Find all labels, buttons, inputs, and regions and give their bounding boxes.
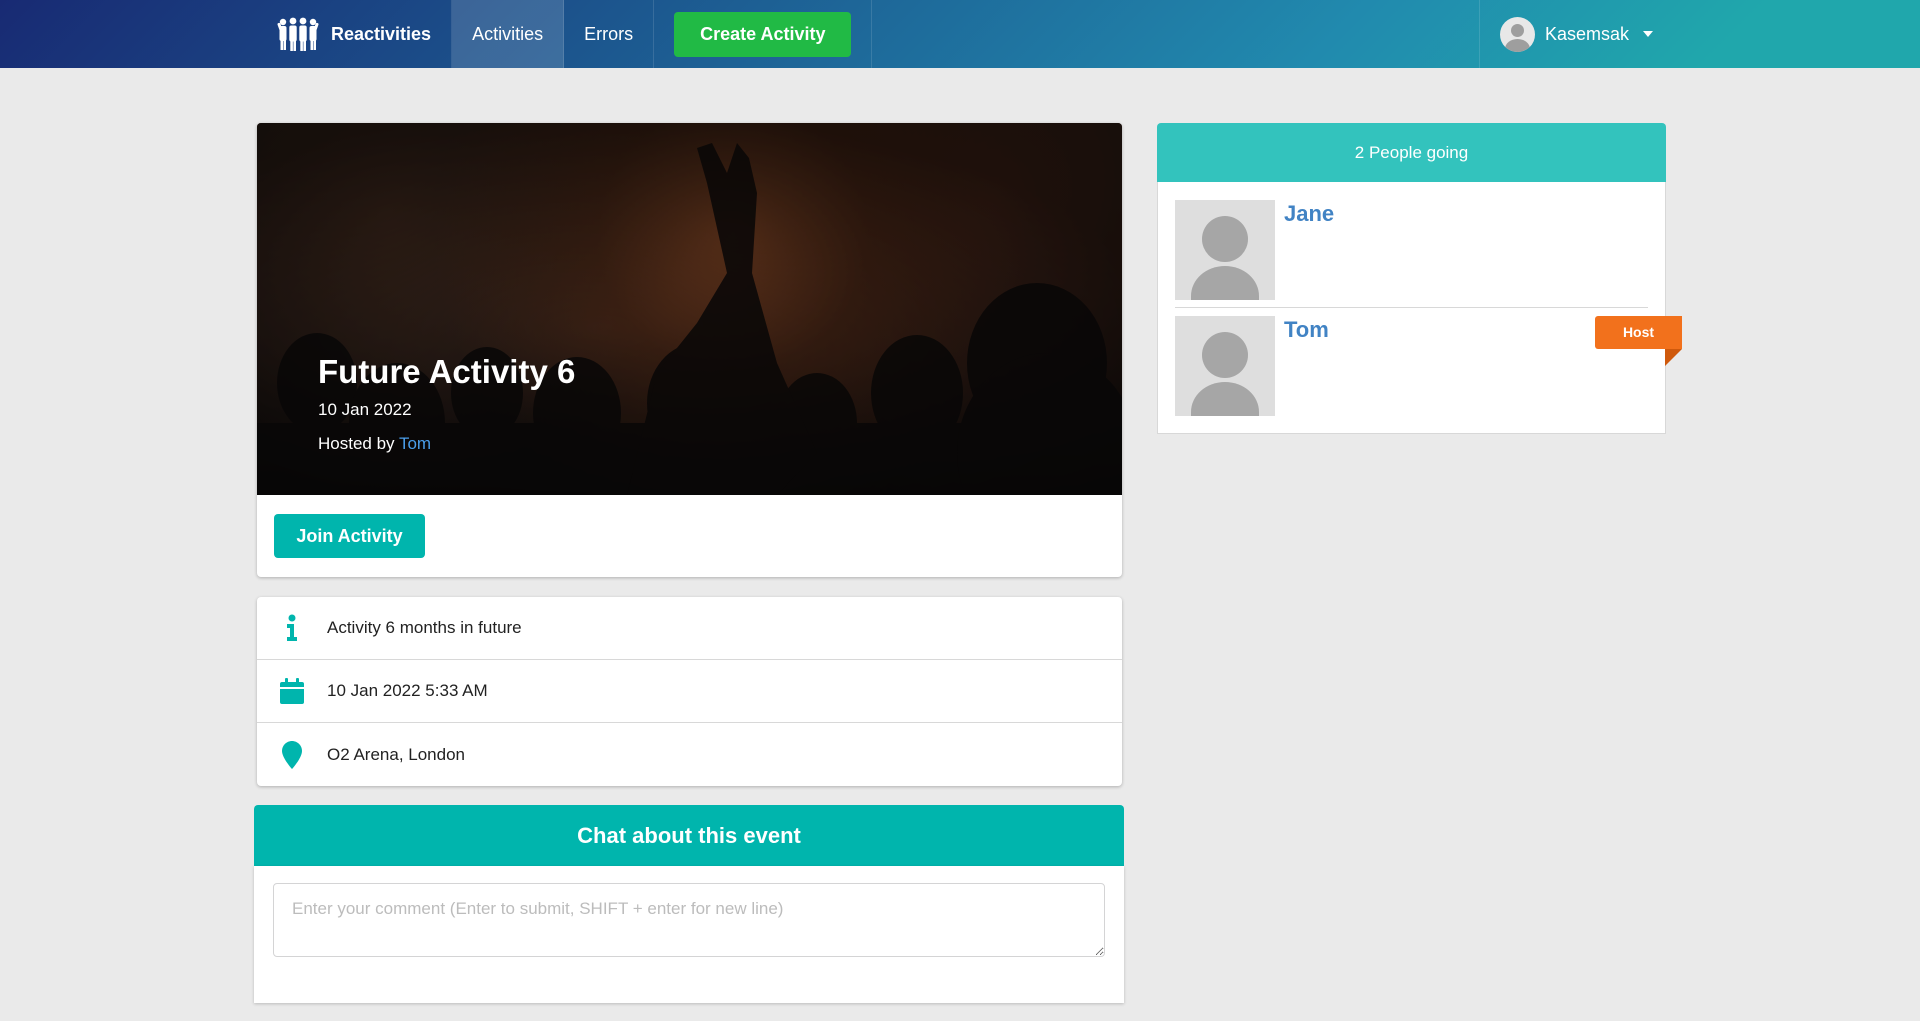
user-menu[interactable]: Kasemsak xyxy=(1479,0,1669,68)
avatar xyxy=(1500,16,1535,52)
avatar xyxy=(1175,316,1275,416)
host-link[interactable]: Tom xyxy=(399,434,431,453)
list-item: Jane xyxy=(1175,182,1648,300)
attendee-name[interactable]: Tom xyxy=(1284,317,1329,343)
activity-description: Activity 6 months in future xyxy=(327,618,522,637)
create-activity-button[interactable]: Create Activity xyxy=(674,11,852,57)
attendees-list: Jane Tom xyxy=(1157,182,1666,434)
hosted-by-prefix: Hosted by xyxy=(318,434,395,453)
dropdown-caret-icon xyxy=(1643,31,1654,37)
activity-title: Future Activity 6 xyxy=(318,353,576,390)
activity-location: O2 Arena, London xyxy=(327,744,466,764)
user-name: Kasemsak xyxy=(1545,23,1630,44)
chat-header: Chat about this event xyxy=(254,805,1124,866)
hosted-by: Hosted by Tom xyxy=(318,434,431,454)
activity-info-card: Activity 6 months in future 10 Jan 2022 … xyxy=(257,597,1122,786)
host-badge: Host xyxy=(1595,316,1682,349)
nav-errors[interactable]: Errors xyxy=(564,0,655,68)
host-badge-fold xyxy=(1665,349,1682,366)
info-row-datetime: 10 Jan 2022 5:33 AM xyxy=(257,660,1122,723)
create-activity-wrapper: Create Activity xyxy=(654,0,873,68)
attendee-name[interactable]: Jane xyxy=(1284,201,1334,227)
activity-header-card: Future Activity 6 10 Jan 2022 Hosted by … xyxy=(257,123,1122,577)
comment-input[interactable] xyxy=(273,883,1105,957)
map-marker-icon xyxy=(257,740,327,769)
avatar xyxy=(1175,200,1275,300)
activity-date: 10 Jan 2022 xyxy=(318,400,412,419)
attendees-header: 2 People going xyxy=(1157,123,1666,182)
info-icon xyxy=(257,614,327,642)
calendar-icon xyxy=(257,678,327,704)
info-row-location: O2 Arena, London xyxy=(257,723,1122,786)
group-icon xyxy=(277,17,319,51)
chat-body xyxy=(254,866,1124,1003)
activity-datetime: 10 Jan 2022 5:33 AM xyxy=(327,681,488,700)
info-row-description: Activity 6 months in future xyxy=(257,597,1122,660)
list-item: Tom xyxy=(1175,298,1648,416)
brand-label: Reactivities xyxy=(331,23,432,44)
navbar: Reactivities Activities Errors Create Ac… xyxy=(0,0,1920,68)
brand-link[interactable]: Reactivities xyxy=(257,0,453,68)
join-activity-button[interactable]: Join Activity xyxy=(274,514,425,558)
nav-activities[interactable]: Activities xyxy=(452,0,565,68)
